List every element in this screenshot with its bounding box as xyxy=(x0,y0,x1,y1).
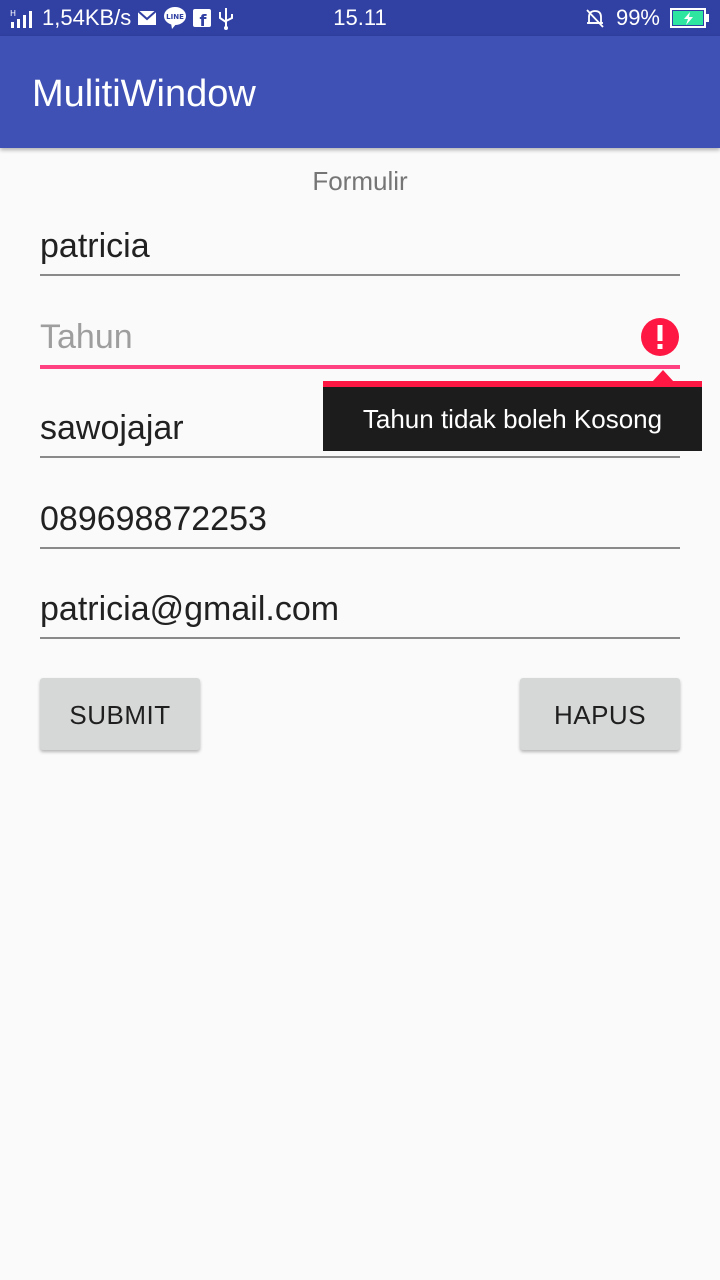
error-icon xyxy=(641,318,679,356)
phone-value: 089698872253 xyxy=(40,500,267,538)
year-placeholder: Tahun xyxy=(40,318,133,356)
address-underline xyxy=(40,456,680,458)
svg-text:f: f xyxy=(200,11,208,27)
status-bar: H 1,54KB/s LINE f 15.11 99% xyxy=(0,0,720,36)
form-heading: Formulir xyxy=(312,166,408,196)
svg-text:H: H xyxy=(10,9,16,18)
mail-icon xyxy=(137,10,157,26)
name-underline xyxy=(40,274,680,276)
battery-charging-icon xyxy=(670,8,710,28)
line-app-icon: LINE xyxy=(163,7,187,29)
facebook-icon: f xyxy=(193,9,212,27)
network-speed: 1,54KB/s xyxy=(42,5,132,30)
phone-field[interactable]: 089698872253 xyxy=(40,489,680,549)
year-field[interactable]: Tahun xyxy=(40,307,680,369)
battery-percent: 99% xyxy=(615,5,660,30)
clear-button[interactable]: HAPUS xyxy=(520,678,680,750)
svg-text:LINE: LINE xyxy=(166,13,184,21)
email-underline xyxy=(40,637,680,639)
bell-muted-icon xyxy=(584,7,606,29)
email-value: patricia@gmail.com xyxy=(40,590,340,628)
submit-button[interactable]: SUBMIT xyxy=(40,678,200,750)
error-popup: Tahun tidak boleh Kosong xyxy=(323,381,702,451)
name-value: patricia xyxy=(40,227,150,265)
signal-icon: H xyxy=(10,8,36,28)
status-right: 99% xyxy=(584,0,710,36)
phone-underline xyxy=(40,547,680,549)
app-bar: MulitiWindow xyxy=(0,36,720,148)
name-field[interactable]: patricia xyxy=(40,216,680,276)
address-value: sawojajar xyxy=(40,409,184,447)
app-title: MulitiWindow xyxy=(32,73,256,115)
email-field[interactable]: patricia@gmail.com xyxy=(40,579,680,639)
usb-icon xyxy=(217,6,235,30)
year-underline xyxy=(40,365,680,369)
status-left: H 1,54KB/s LINE f xyxy=(10,0,235,36)
